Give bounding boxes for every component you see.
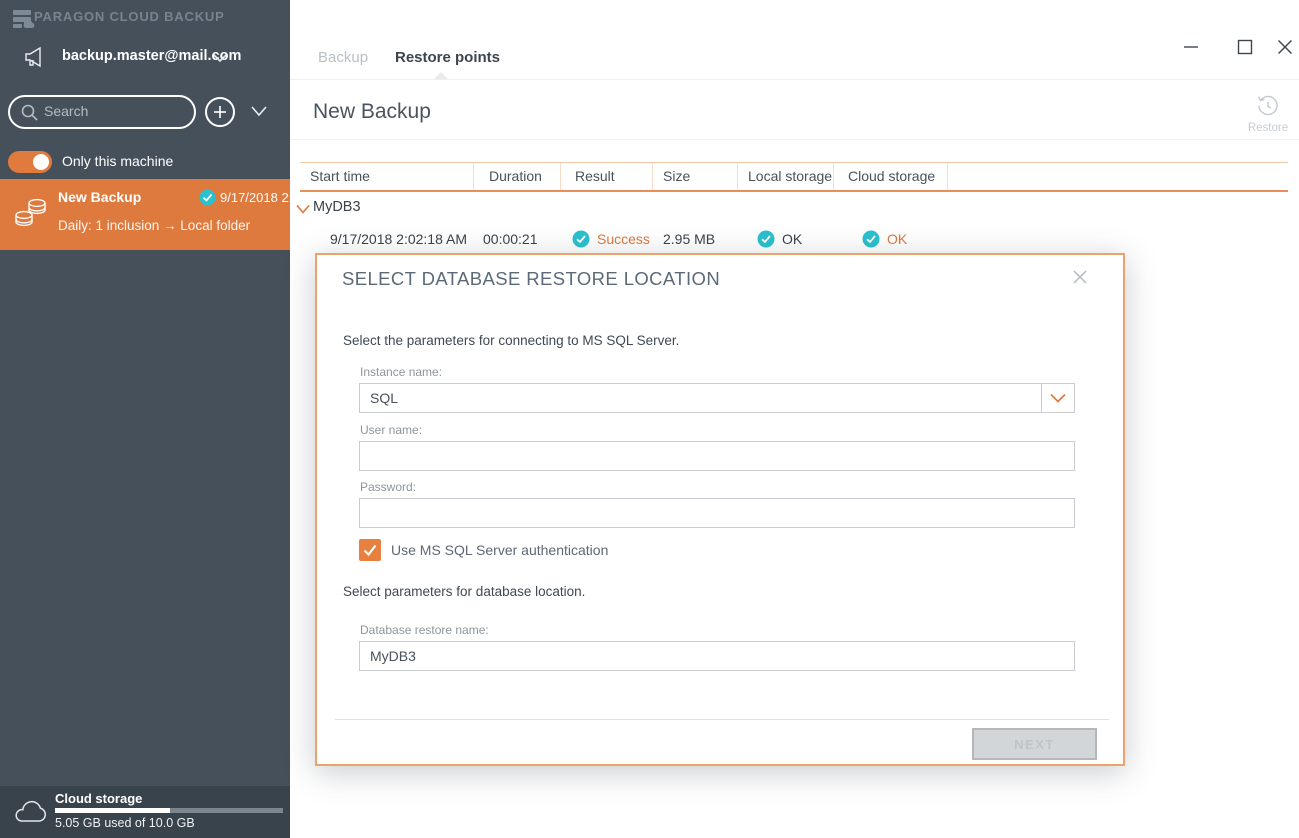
header-divider <box>290 139 1299 140</box>
column-divider <box>560 163 561 190</box>
col-cloud-storage[interactable]: Cloud storage <box>848 168 935 184</box>
add-backup-button[interactable] <box>205 97 235 127</box>
page-title: New Backup <box>313 100 431 124</box>
active-tab-notch <box>434 72 448 79</box>
tab-divider <box>290 79 1299 80</box>
column-divider <box>947 163 948 190</box>
account-chevron-down-icon[interactable] <box>212 51 228 69</box>
password-field[interactable] <box>359 498 1075 528</box>
instance-select-dropdown-button[interactable] <box>1041 384 1074 412</box>
toggle-knob <box>33 154 49 170</box>
column-divider <box>833 163 834 190</box>
only-this-machine-toggle[interactable] <box>8 151 52 173</box>
dialog-close-icon[interactable] <box>1070 267 1094 291</box>
announcement-icon[interactable] <box>22 44 48 75</box>
group-collapse-chevron-icon[interactable] <box>295 202 311 220</box>
username-label: User name: <box>360 423 422 437</box>
minimize-button[interactable] <box>1180 36 1202 58</box>
cell-start-time: 9/17/2018 2:02:18 AM <box>310 231 467 247</box>
cell-cloud-storage: OK <box>887 231 907 247</box>
col-size[interactable]: Size <box>663 168 690 184</box>
sql-auth-checkbox-label[interactable]: Use MS SQL Server authentication <box>391 542 608 558</box>
database-restore-name-label: Database restore name: <box>360 623 489 637</box>
column-divider <box>737 163 738 190</box>
next-button[interactable]: NEXT <box>972 728 1097 760</box>
cloud-storage-check-icon <box>862 230 880 248</box>
group-name: MyDB3 <box>313 199 361 215</box>
table-header-bottom-border <box>300 190 1288 192</box>
column-divider <box>652 163 653 190</box>
connection-intro-text: Select the parameters for connecting to … <box>343 333 679 348</box>
table-header-top-border <box>300 162 1288 163</box>
dialog-title: SELECT DATABASE RESTORE LOCATION <box>342 268 720 290</box>
database-icon <box>12 195 52 240</box>
dialog-footer-divider <box>335 719 1109 720</box>
select-database-restore-location-dialog: SELECT DATABASE RESTORE LOCATION Select … <box>315 253 1125 766</box>
cloud-storage-title: Cloud storage <box>55 791 142 806</box>
col-result[interactable]: Result <box>575 168 615 184</box>
restore-history-icon <box>1256 94 1280 123</box>
database-restore-name-field[interactable] <box>359 641 1075 671</box>
column-divider <box>473 163 474 190</box>
backup-list-item-selected[interactable]: New Backup 9/17/2018 2:02 AM Daily: 1 in… <box>0 179 290 250</box>
instance-name-value: SQL <box>370 390 398 406</box>
cloud-icon <box>11 796 49 831</box>
sql-auth-checkbox[interactable] <box>359 539 381 561</box>
instance-name-select[interactable]: SQL <box>359 383 1075 413</box>
backup-item-subtitle: Daily: 1 inclusion → Local folder <box>58 218 250 233</box>
cell-size: 2.95 MB <box>663 231 715 247</box>
cloud-storage-progress-fill <box>55 808 170 813</box>
password-label: Password: <box>360 480 416 494</box>
cell-local-storage: OK <box>782 231 802 247</box>
account-email[interactable]: backup.master@mail.com <box>62 48 212 64</box>
search-icon <box>20 103 40 128</box>
col-start-time[interactable]: Start time <box>310 168 370 184</box>
col-duration[interactable]: Duration <box>489 168 542 184</box>
app-logo-icon <box>11 7 35 36</box>
only-this-machine-label: Only this machine <box>62 153 173 169</box>
instance-name-label: Instance name: <box>360 365 442 379</box>
tab-restore-points[interactable]: Restore points <box>395 49 500 66</box>
search-input[interactable] <box>8 95 196 129</box>
restore-button-label: Restore <box>1245 122 1291 134</box>
cloud-storage-progressbar <box>55 808 283 813</box>
cloud-storage-usage: 5.05 GB used of 10.0 GB <box>55 816 195 830</box>
backup-item-name: New Backup <box>58 189 141 205</box>
cloud-storage-panel: Cloud storage 5.05 GB used of 10.0 GB <box>0 786 290 838</box>
restore-button[interactable]: Restore <box>1245 92 1291 136</box>
cell-result: Success <box>597 231 650 247</box>
tab-backup[interactable]: Backup <box>318 49 368 66</box>
local-storage-check-icon <box>757 230 775 248</box>
result-check-icon <box>572 230 590 248</box>
search-placeholder: Search <box>44 103 88 119</box>
location-intro-text: Select parameters for database location. <box>343 584 585 599</box>
cell-duration: 00:00:21 <box>483 231 538 247</box>
username-field[interactable] <box>359 441 1075 471</box>
col-local-storage[interactable]: Local storage <box>748 168 832 184</box>
close-window-button[interactable] <box>1274 36 1296 58</box>
sidebar-expand-chevron-icon[interactable] <box>249 104 269 123</box>
backup-item-check-icon <box>199 189 216 211</box>
app-title: PARAGON CLOUD BACKUP <box>34 9 225 24</box>
maximize-button[interactable] <box>1234 36 1256 58</box>
sidebar: PARAGON CLOUD BACKUP backup.master@mail.… <box>0 0 290 838</box>
